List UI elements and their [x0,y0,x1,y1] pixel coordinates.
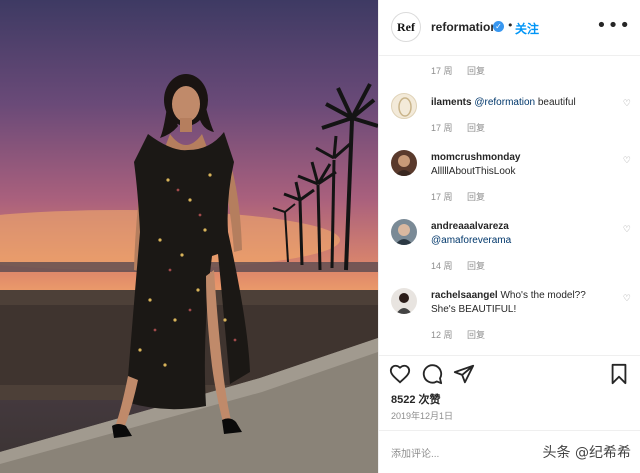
reply-button[interactable]: 回复 [467,330,485,340]
share-icon[interactable] [453,363,475,385]
comment-username[interactable]: rachelsaangel [431,290,498,301]
comment-time: 12 周 [431,330,453,340]
avatar-icon [395,224,413,245]
heart-icon[interactable]: ♡ [623,156,631,166]
comment-text: rachelsaangel Who's the model?? She's BE… [431,289,611,317]
comment-meta: 14 周 回复 [431,259,497,272]
comment-meta: 17 周 回复 [431,64,497,77]
heart-icon[interactable]: ♡ [623,99,631,109]
likes-count[interactable]: 8522 次赞 [391,391,441,407]
follow-button[interactable]: 关注 [515,20,539,37]
verified-icon: ✓ [493,21,504,32]
comment-time: 17 周 [431,192,453,202]
watermark: 头条 @纪希希 [542,445,631,461]
heart-icon[interactable]: ♡ [623,225,631,235]
comment-icon[interactable] [421,363,443,385]
comment-text: ilaments @reformation beautiful [431,96,611,110]
post-date: 2019年12月1日 [391,411,454,421]
comment-text: andreaaalvareza @amaforeverama [431,220,611,248]
comment-body: AlllllAboutThisLook [431,166,516,177]
reply-button[interactable]: 回复 [467,123,485,133]
add-comment-input[interactable]: 添加评论... [391,445,439,460]
avatar[interactable] [391,150,417,176]
comment-username[interactable]: momcrushmonday [431,151,611,165]
bookmark-icon[interactable] [608,363,630,385]
avatar[interactable]: Ref [391,12,421,42]
comment-mention[interactable]: @reformation [474,97,535,108]
comment-meta: 12 周 回复 [431,328,497,341]
comment-body: beautiful [535,97,576,108]
avatar-icon [398,97,412,117]
comment-time: 17 周 [431,66,453,76]
comment-text: momcrushmonday AlllllAboutThisLook [431,151,611,179]
avatar[interactable] [391,93,417,119]
more-icon[interactable]: ••• [596,15,631,36]
avatar-icon [396,293,412,314]
comment-meta: 17 周 回复 [431,121,497,134]
comment-username[interactable]: andreaaalvareza [431,220,611,234]
post-header: Ref reformation ✓ • 关注 ••• [379,0,640,56]
actions-divider [379,355,640,357]
separator-dot: • [507,19,514,32]
comment-time: 14 周 [431,261,453,271]
avatar[interactable] [391,288,417,314]
add-comment-bar[interactable]: 添加评论... 头条 @纪希希 [379,430,640,473]
reply-button[interactable]: 回复 [467,261,485,271]
heart-icon[interactable]: ♡ [623,294,631,304]
reply-button[interactable]: 回复 [467,192,485,202]
instagram-post: Ref reformation ✓ • 关注 ••• 17 周 回复 ilame… [0,0,640,473]
comment-time: 17 周 [431,123,453,133]
heart-icon[interactable] [389,363,411,385]
photo-illustration [0,74,378,473]
comment-mention[interactable]: @amaforeverama [431,234,611,248]
reply-button[interactable]: 回复 [467,66,485,76]
post-photo[interactable] [0,0,378,473]
avatar-icon [395,155,413,176]
post-sidebar: Ref reformation ✓ • 关注 ••• 17 周 回复 ilame… [378,0,640,473]
logo-text: Ref [397,19,415,34]
avatar[interactable] [391,219,417,245]
post-username[interactable]: reformation [431,20,498,34]
comment-username[interactable]: ilaments [431,97,472,108]
comment-meta: 17 周 回复 [431,190,497,203]
